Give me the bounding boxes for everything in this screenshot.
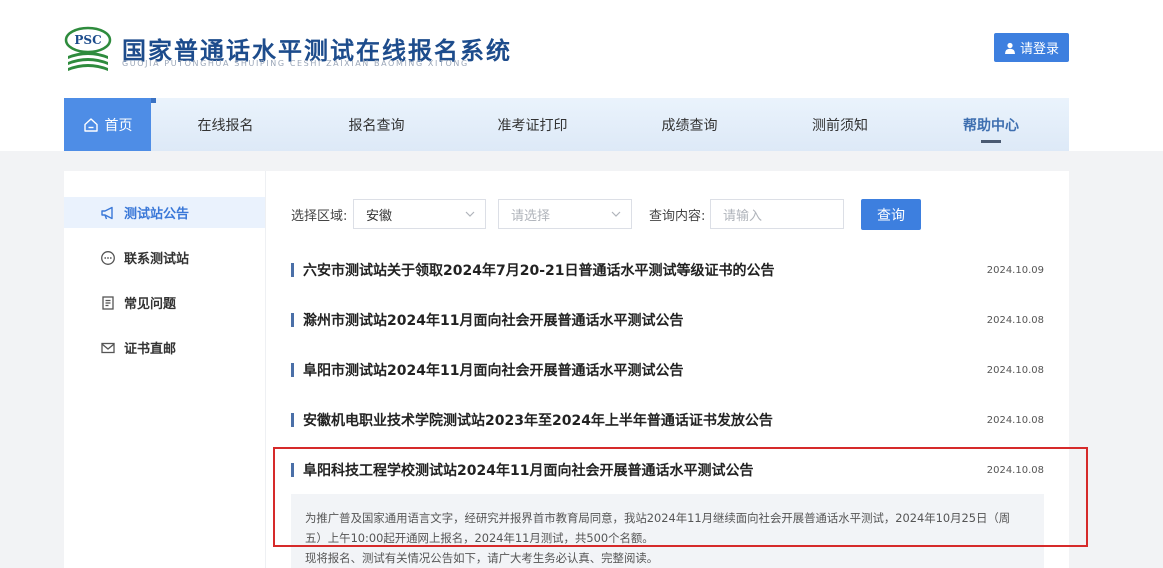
region-label: 选择区域: xyxy=(291,208,348,224)
nav-pre-test-notice[interactable]: 测前须知 xyxy=(767,98,913,151)
station-placeholder: 请选择 xyxy=(511,208,551,224)
notice-row[interactable]: 滁州市测试站2024年11月面向社会开展普通话水平测试公告 2024.10.08 xyxy=(291,308,1044,332)
region-select[interactable]: 安徽 xyxy=(353,199,486,229)
nav-score-query[interactable]: 成绩查询 xyxy=(612,98,767,151)
notice-title[interactable]: 阜阳科技工程学校测试站2024年11月面向社会开展普通话水平测试公告 xyxy=(303,460,987,480)
site-header: PSC 国家普通话水平测试在线报名系统 GUOJIA PUTONGHUA SHU… xyxy=(0,0,1163,151)
notice-title[interactable]: 滁州市测试站2024年11月面向社会开展普通话水平测试公告 xyxy=(303,310,987,330)
notice-row[interactable]: 阜阳科技工程学校测试站2024年11月面向社会开展普通话水平测试公告 2024.… xyxy=(291,458,1044,482)
sidebar-item-certificate-mail[interactable]: 证书直邮 xyxy=(64,332,265,363)
notice-date: 2024.10.08 xyxy=(986,414,1044,426)
notice-row[interactable]: 安徽机电职业技术学院测试站2023年至2024年上半年普通话证书发放公告 202… xyxy=(291,408,1044,432)
main-nav: 首页 在线报名 报名查询 准考证打印 成绩查询 测前须知 帮助中心 xyxy=(64,98,1069,151)
query-button[interactable]: 查询 xyxy=(861,199,921,230)
sidebar-item-label: 常见问题 xyxy=(124,297,177,312)
filter-bar: 选择区域: xyxy=(291,199,347,229)
chat-icon xyxy=(101,250,115,265)
notice-marker xyxy=(291,263,294,277)
psc-logo: PSC xyxy=(64,26,112,71)
content-label: 查询内容: xyxy=(649,208,706,224)
excerpt-line: 五）上午10:00起开通网上报名，2024年11月测试，共500个名额。 xyxy=(305,531,654,545)
notice-row[interactable]: 阜阳市测试站2024年11月面向社会开展普通话水平测试公告 2024.10.08 xyxy=(291,358,1044,382)
megaphone-icon xyxy=(101,206,113,219)
notice-excerpt: 为推广普及国家通用语言文字，经研究并报界首市教育局同意，我站2024年11月继续… xyxy=(291,494,1044,568)
notice-date: 2024.10.08 xyxy=(986,364,1044,376)
notice-date: 2024.10.08 xyxy=(986,314,1044,326)
nav-home[interactable]: 首页 xyxy=(64,98,156,151)
station-select[interactable]: 请选择 xyxy=(498,199,632,229)
notice-date: 2024.10.08 xyxy=(986,464,1044,476)
sidebar-item-label: 测试站公告 xyxy=(124,207,190,222)
notice-title[interactable]: 阜阳市测试站2024年11月面向社会开展普通话水平测试公告 xyxy=(303,360,987,380)
sidebar-item-announcements[interactable]: 测试站公告 xyxy=(64,197,265,228)
sidebar-item-label: 联系测试站 xyxy=(124,252,190,267)
region-value: 安徽 xyxy=(366,208,393,224)
excerpt-line: 现将报名、测试有关情况公告如下，请广大考生务必认真、完整阅读。 xyxy=(305,551,659,565)
excerpt-line: 为推广普及国家通用语言文字，经研究并报界首市教育局同意，我站2024年11月继续… xyxy=(305,511,1011,525)
chevron-down-icon xyxy=(611,211,621,217)
nav-help-center[interactable]: 帮助中心 xyxy=(913,98,1069,151)
notice-marker xyxy=(291,313,294,327)
active-underline xyxy=(981,140,1001,143)
login-button[interactable]: 请登录 xyxy=(994,33,1069,62)
nav-ticket-print[interactable]: 准考证打印 xyxy=(453,98,612,151)
notice-title[interactable]: 六安市测试站关于领取2024年7月20-21日普通话水平测试等级证书的公告 xyxy=(303,260,987,280)
nav-online-signup[interactable]: 在线报名 xyxy=(151,98,300,151)
svg-text:PSC: PSC xyxy=(74,33,101,47)
notice-title[interactable]: 安徽机电职业技术学院测试站2023年至2024年上半年普通话证书发放公告 xyxy=(303,410,987,430)
content-panel: 测试站公告 联系测试站 常见问题 证书直邮 选择区域: 安徽 请选择 查询内容:… xyxy=(64,171,1069,568)
notice-marker xyxy=(291,363,294,377)
home-icon xyxy=(83,117,98,132)
nav-home-label: 首页 xyxy=(104,117,133,134)
content-placeholder: 请输入 xyxy=(723,208,763,224)
notice-marker xyxy=(291,463,294,477)
notice-row[interactable]: 六安市测试站关于领取2024年7月20-21日普通话水平测试等级证书的公告 20… xyxy=(291,258,1044,282)
sidebar: 测试站公告 联系测试站 常见问题 证书直邮 xyxy=(64,171,266,568)
login-label: 请登录 xyxy=(1019,42,1059,57)
sidebar-item-label: 证书直邮 xyxy=(124,342,177,357)
content-input[interactable]: 请输入 xyxy=(710,199,844,229)
mail-icon xyxy=(101,342,115,353)
nav-help-label: 帮助中心 xyxy=(963,117,1019,134)
sidebar-item-faq[interactable]: 常见问题 xyxy=(64,287,265,318)
document-icon xyxy=(102,295,114,310)
chevron-down-icon xyxy=(465,211,475,217)
notice-marker xyxy=(291,413,294,427)
site-subtitle: GUOJIA PUTONGHUA SHUIPING CESHI ZAIXIAN … xyxy=(122,59,469,68)
notice-date: 2024.10.09 xyxy=(986,264,1044,276)
nav-signup-query[interactable]: 报名查询 xyxy=(300,98,453,151)
sidebar-item-contact[interactable]: 联系测试站 xyxy=(64,242,265,273)
user-icon xyxy=(1004,42,1015,54)
